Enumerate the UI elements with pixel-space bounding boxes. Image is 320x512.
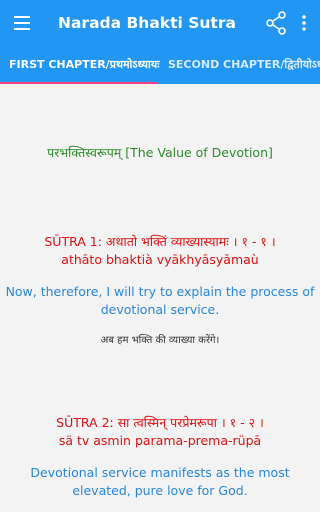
menu-icon [14,15,30,30]
sutra-1-english-line-2: devotional service. [100,302,220,317]
app-bar: Narada Bhakti Sutra [0,0,320,45]
tab-second-chapter[interactable]: SECOND CHAPTER/द्वितीयोऽध्यायः [168,45,320,84]
sutra-2-english-line-1: Devotional service manifests as the most [30,465,290,480]
sutra-2-english-line-2: elevated, pure love for God. [72,483,248,498]
share-button[interactable] [262,9,290,37]
more-options-button[interactable] [294,9,314,37]
sutra-1-transliteration: athāto bhaktià vyākhyāsyāmaù [61,252,259,267]
section-heading: परभक्तिस्वरूपम् [The Value of Devotion] [47,145,273,160]
sutra-1-english-line-1: Now, therefore, I will try to explain th… [5,284,315,299]
sutra-2-title: SŪTRA 2: सा त्वस्मिन् परप्रेमरूपा । १ - … [56,415,264,430]
share-icon [266,11,286,35]
more-vert-icon [302,15,306,31]
sutra-2-transliteration: sä tv asmin parama-prema-rüpā [58,433,262,448]
tab-first-chapter[interactable]: FIRST CHAPTER/प्रथमोऽध्यायः [9,45,160,84]
sutra-content: परभक्तिस्वरूपम् [The Value of Devotion] … [0,84,320,512]
sutra-1-title: SŪTRA 1: अथातो भक्तिं व्याख्यास्यामः । १… [44,234,276,249]
app-title: Narada Bhakti Sutra [58,13,236,32]
chapter-tabs: FIRST CHAPTER/प्रथमोऽध्यायः SECOND CHAPT… [0,45,320,84]
sutra-1-hindi: अब हम भक्ति की व्याख्या करेंगे। [100,335,220,346]
menu-button[interactable] [0,0,44,45]
